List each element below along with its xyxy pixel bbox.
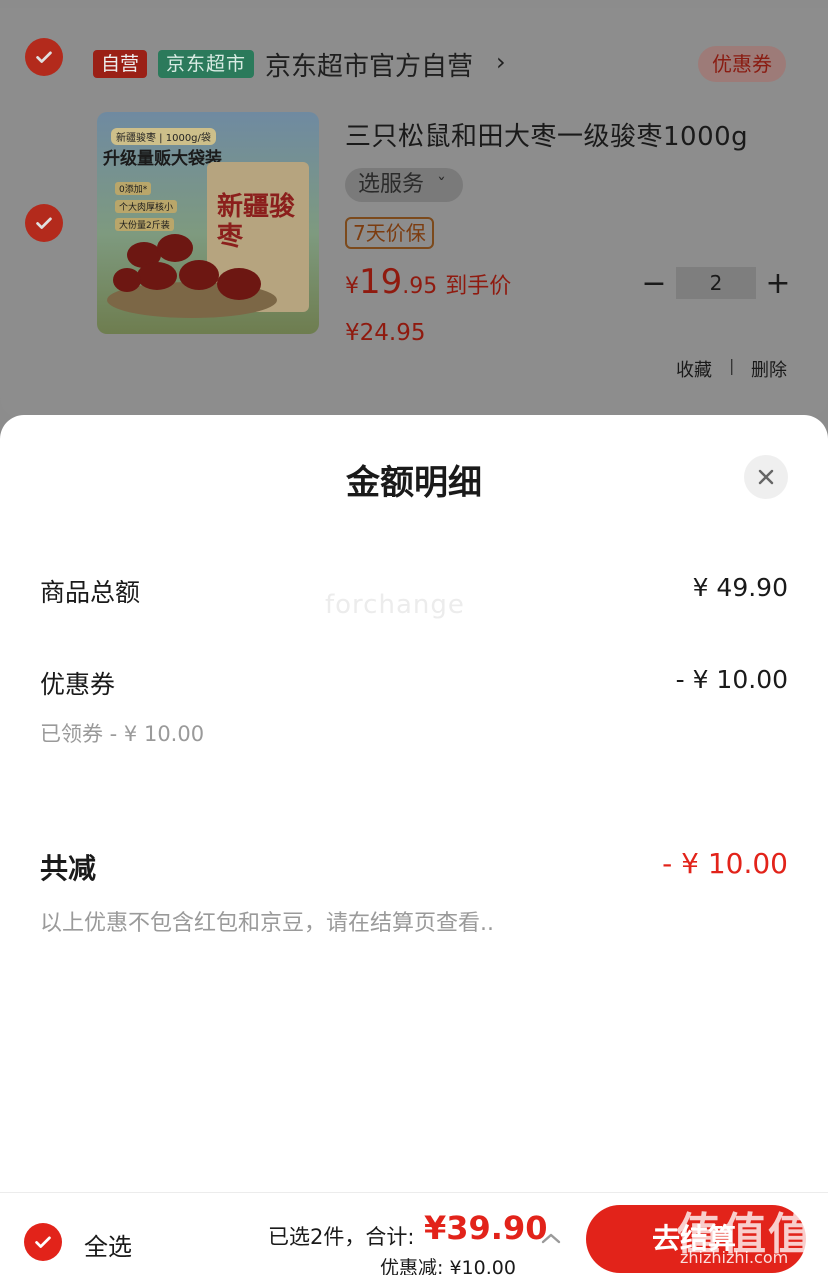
select-service-dropdown[interactable]: 选服务 ˇ xyxy=(345,168,463,202)
favorite-button[interactable]: 收藏 xyxy=(676,356,712,382)
price-label: 到手价 xyxy=(445,274,512,299)
check-icon xyxy=(35,1236,51,1248)
product-image[interactable]: 新疆骏枣 | 1000g/袋 升级量贩大袋装 0添加* 个大肉厚核小 大份量2斤… xyxy=(97,112,319,334)
coupon-button[interactable]: 优惠券 xyxy=(698,46,786,82)
coupon-value: - ¥ 10.00 xyxy=(675,665,788,694)
check-icon xyxy=(36,217,52,229)
amount-detail-sheet: 金额明细 forchange 商品总额 ¥ 49.90 优惠券 - ¥ 10.0… xyxy=(0,415,828,1275)
delete-button[interactable]: 删除 xyxy=(751,356,787,382)
product-image-bullet: 大份量2斤装 xyxy=(115,218,174,231)
product-checkbox[interactable] xyxy=(25,204,63,242)
quantity-decrease-button[interactable]: − xyxy=(640,266,668,301)
chevron-up-icon[interactable] xyxy=(540,1231,562,1245)
select-all-checkbox[interactable] xyxy=(24,1223,62,1261)
store-name-link[interactable]: 京东超市官方自营 xyxy=(265,46,473,83)
close-button[interactable] xyxy=(744,455,788,499)
quantity-increase-button[interactable]: + xyxy=(764,266,792,301)
watermark-text: forchange xyxy=(325,590,465,620)
quantity-input[interactable]: 2 xyxy=(676,267,756,299)
selected-summary: 已选2件，合计: xyxy=(268,1225,415,1249)
final-price: ¥19.95 到手价 xyxy=(345,262,511,302)
jd-supermarket-tag: 京东超市 xyxy=(158,50,255,78)
product-title-link[interactable]: 三只松鼠和田大枣一级骏枣1000g xyxy=(345,116,748,153)
chevron-right-icon[interactable]: › xyxy=(496,48,506,76)
goods-total-value: ¥ 49.90 xyxy=(692,573,788,602)
coupon-label: 优惠券 xyxy=(40,670,116,699)
select-service-label: 选服务 xyxy=(358,172,425,197)
self-operated-tag: 自营 xyxy=(93,50,148,78)
price-guarantee-badge: 7天价保 xyxy=(345,217,434,249)
original-price: ¥24.95 xyxy=(345,320,426,346)
price-integer: 19 xyxy=(359,262,403,302)
grand-total: ¥39.90 xyxy=(424,1209,548,1247)
check-icon xyxy=(36,51,52,63)
price-decimal: .95 xyxy=(402,274,438,299)
date-fruit-shape xyxy=(137,262,177,290)
sheet-title: 金额明细 xyxy=(346,463,482,503)
currency-symbol: ¥ xyxy=(345,274,359,299)
select-all-label[interactable]: 全选 xyxy=(84,1227,132,1262)
product-image-bullet: 0添加* xyxy=(115,182,152,195)
date-fruit-shape xyxy=(157,234,193,262)
date-fruit-shape xyxy=(179,260,219,290)
total-discount-value: - ¥ 10.00 xyxy=(662,847,788,880)
chevron-down-icon: ˇ xyxy=(437,175,447,196)
product-package-text: 新疆骏枣 xyxy=(217,192,296,252)
product-image-title: 升级量贩大袋装 xyxy=(103,149,222,169)
total-discount-label: 共减 xyxy=(40,852,97,885)
store-checkbox[interactable] xyxy=(25,38,63,76)
goods-total-label: 商品总额 xyxy=(40,578,141,607)
date-fruit-shape xyxy=(113,268,141,292)
store-card: 自营 京东超市 京东超市官方自营 › 优惠券 新疆骏枣 | 1000g/袋 升级… xyxy=(0,8,828,418)
product-image-caption: 新疆骏枣 | 1000g/袋 xyxy=(111,128,216,145)
cart-background: 自营 京东超市 京东超市官方自营 › 优惠券 新疆骏枣 | 1000g/袋 升级… xyxy=(0,0,828,430)
close-icon xyxy=(758,469,774,485)
site-watermark-url: zhizhizhi.com xyxy=(680,1248,789,1267)
product-image-bullet: 个大肉厚核小 xyxy=(115,200,178,213)
action-divider: | xyxy=(729,356,735,375)
date-fruit-shape xyxy=(217,268,261,300)
discount-note: 以上优惠不包含红包和京豆，请在结算页查看.. xyxy=(40,911,494,936)
discount-summary[interactable]: 优惠减: ¥10.00 xyxy=(380,1253,516,1275)
coupon-received-text: 已领券 - ¥ 10.00 xyxy=(40,722,205,746)
